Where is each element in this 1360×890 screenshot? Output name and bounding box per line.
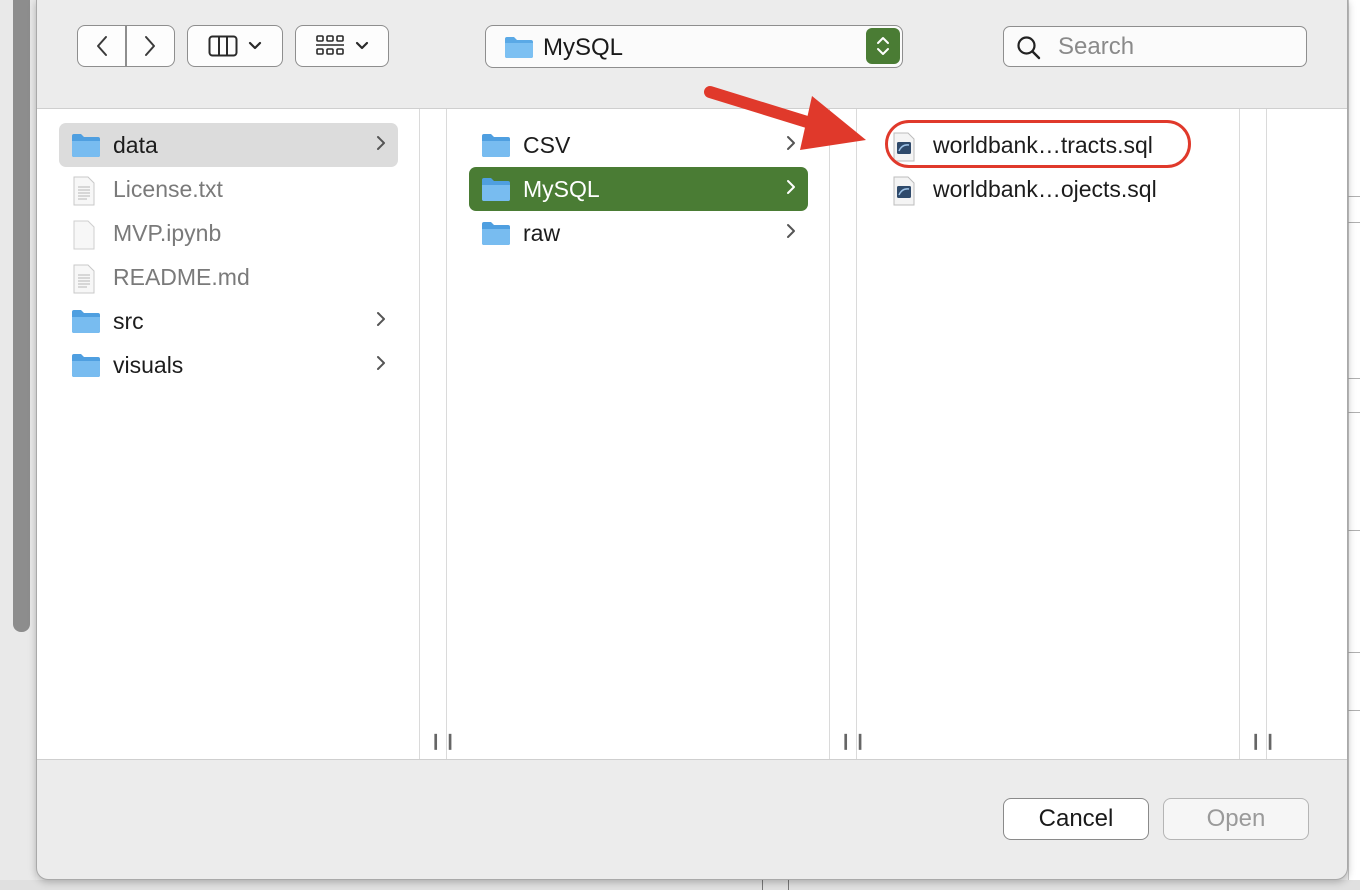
chevron-right-icon — [377, 312, 385, 326]
folder-icon — [482, 134, 510, 157]
item-label: raw — [523, 220, 561, 246]
chevron-right-icon — [787, 224, 795, 238]
background-window-bottom — [0, 880, 1360, 890]
background-scrollbar — [13, 0, 30, 632]
item-label: data — [113, 132, 158, 158]
item-label: README.md — [113, 264, 250, 290]
column-3: worldbank…tracts.sql worldbank…ojects.sq… — [857, 109, 1239, 759]
location-popup[interactable]: MySQL — [485, 25, 903, 68]
list-item[interactable]: worldbank…ojects.sql — [879, 167, 1218, 211]
search-input[interactable] — [1056, 31, 1300, 63]
back-button[interactable] — [78, 26, 125, 66]
column-browser: data License.txt MVP.ipynb README.md src — [37, 108, 1347, 760]
chevron-right-icon — [787, 180, 795, 194]
column-4 — [1267, 109, 1347, 759]
annotation-arrow — [704, 86, 866, 150]
search-icon — [1017, 36, 1041, 60]
text-document-icon — [73, 264, 95, 294]
forward-button[interactable] — [127, 26, 174, 66]
text-document-icon — [73, 176, 95, 206]
chevron-down-icon — [248, 41, 262, 50]
folder-icon — [72, 310, 100, 333]
column-1: data License.txt MVP.ipynb README.md src — [37, 109, 419, 759]
item-label: visuals — [113, 352, 184, 378]
folder-icon — [72, 134, 100, 157]
list-item[interactable]: data — [59, 123, 398, 167]
background-line — [1348, 222, 1360, 223]
group-by-button[interactable] — [295, 25, 389, 67]
chevron-right-icon — [377, 356, 385, 370]
folder-icon — [482, 178, 510, 201]
column-resize-handle[interactable]: ❙❙ — [419, 109, 457, 759]
item-label: MySQL — [523, 176, 600, 202]
open-file-dialog: MySQL data License.txt MVP.ipynb — [36, 0, 1348, 880]
location-label: MySQL — [543, 34, 624, 61]
folder-icon — [505, 37, 533, 58]
chevron-down-icon — [355, 41, 369, 50]
column-resize-handle[interactable]: ❙❙ — [829, 109, 867, 759]
background-line — [1348, 530, 1360, 531]
column-view-icon — [208, 35, 238, 57]
item-label: CSV — [523, 132, 571, 158]
blank-document-icon — [73, 220, 95, 250]
background-window-right — [1348, 0, 1360, 890]
list-item[interactable]: visuals — [59, 343, 398, 387]
cancel-button[interactable]: Cancel — [1003, 798, 1149, 840]
group-grid-icon — [316, 35, 344, 55]
list-item[interactable]: License.txt — [59, 167, 398, 211]
item-label: worldbank…ojects.sql — [933, 176, 1157, 202]
item-label: License.txt — [113, 176, 223, 202]
up-down-arrows-icon — [877, 37, 889, 55]
folder-icon — [72, 354, 100, 377]
open-button[interactable]: Open — [1163, 798, 1309, 840]
list-item[interactable]: src — [59, 299, 398, 343]
list-item[interactable]: README.md — [59, 255, 398, 299]
annotation-highlight-circle — [885, 120, 1191, 168]
item-label: MVP.ipynb — [113, 220, 222, 246]
list-item[interactable]: MVP.ipynb — [59, 211, 398, 255]
search-field[interactable] — [1003, 26, 1307, 67]
popup-stepper — [866, 28, 900, 64]
chevron-right-icon — [145, 36, 156, 56]
item-label: src — [113, 308, 144, 334]
background-line — [1348, 412, 1360, 413]
chevron-left-icon — [96, 36, 107, 56]
background-line — [1348, 710, 1360, 711]
folder-icon — [482, 222, 510, 245]
toolbar: MySQL — [37, 0, 1347, 108]
list-item[interactable]: raw — [469, 211, 808, 255]
navigation-buttons — [77, 25, 175, 67]
sql-file-icon — [893, 176, 915, 206]
background-line — [1348, 378, 1360, 379]
list-item[interactable]: MySQL — [469, 167, 808, 211]
background-line — [788, 880, 789, 890]
chevron-right-icon — [377, 136, 385, 150]
background-line — [762, 880, 763, 890]
dialog-footer — [37, 760, 1347, 878]
column-2: CSV MySQL raw — [447, 109, 829, 759]
column-resize-handle[interactable]: ❙❙ — [1239, 109, 1277, 759]
background-line — [1348, 652, 1360, 653]
background-line — [1348, 196, 1360, 197]
view-mode-button[interactable] — [187, 25, 283, 67]
